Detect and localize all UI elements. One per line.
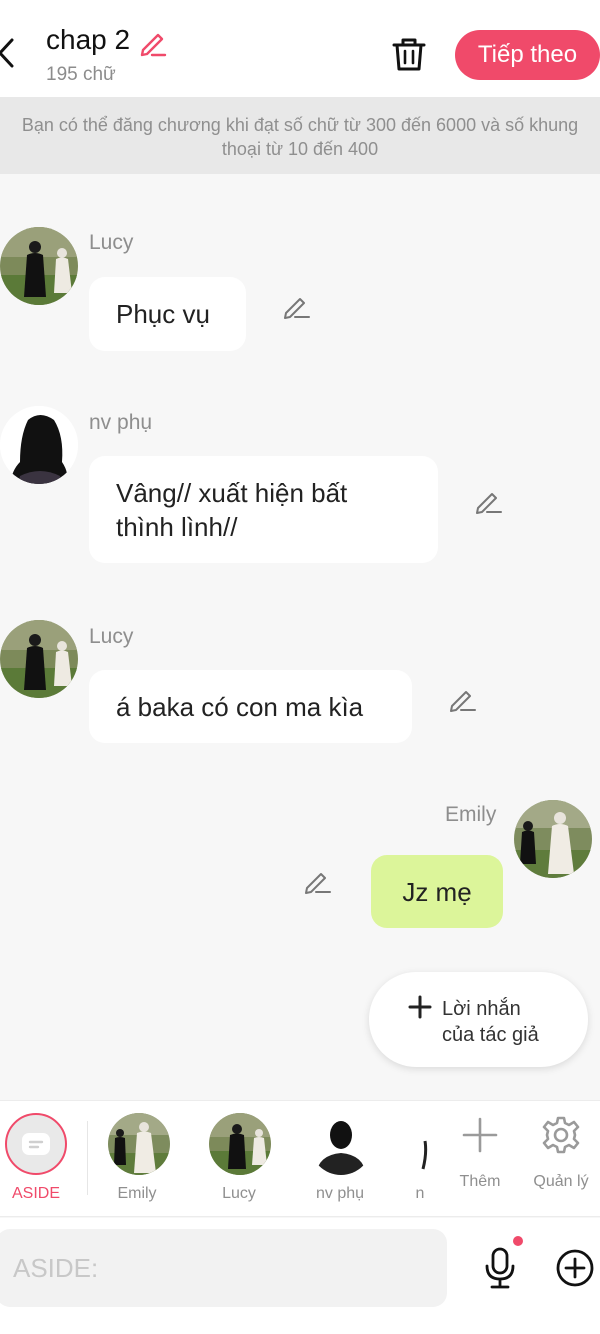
author-note-button[interactable]: Lời nhắn của tác giả (369, 972, 588, 1067)
add-character-plus-icon[interactable] (460, 1115, 500, 1155)
character-partial[interactable] (411, 1113, 431, 1175)
message-bubble[interactable]: Phục vụ (89, 277, 246, 351)
message-bubble[interactable]: Vâng// xuất hiện bất thình lình// (89, 456, 438, 563)
manage-label[interactable]: Quản lý (521, 1173, 600, 1191)
lucy-photo-icon (0, 620, 78, 698)
avatar-lucy[interactable] (0, 227, 78, 305)
speaker-name: Lucy (89, 625, 134, 648)
message-input[interactable] (0, 1229, 447, 1307)
speaker-name: nv phụ (89, 411, 153, 434)
next-button[interactable]: Tiếp theo (455, 30, 600, 80)
gear-icon[interactable] (541, 1115, 581, 1155)
lucy-photo-icon (209, 1113, 271, 1175)
edit-message-pencil-icon[interactable] (448, 684, 476, 712)
avatar-lucy[interactable] (0, 620, 78, 698)
edit-message-pencil-icon[interactable] (303, 866, 331, 894)
trash-icon[interactable] (392, 36, 426, 72)
plus-icon (408, 995, 432, 1019)
silhouette-portrait-icon (0, 406, 78, 484)
add-circle-icon[interactable] (555, 1248, 595, 1288)
publish-requirement-notice: Bạn có thể đăng chương khi đạt số chữ từ… (0, 97, 600, 174)
character-label-aside: ASIDE (11, 1185, 60, 1202)
avatar-emily[interactable] (514, 800, 592, 878)
character-label-nv-phu: nv phụ (315, 1185, 365, 1202)
silhouette-portrait-icon (310, 1113, 372, 1175)
character-nv-phu[interactable] (310, 1113, 372, 1175)
character-selector-bar: ASIDE Emily Lucy nv phụ n Thêm Quản lý (0, 1100, 600, 1217)
edit-message-pencil-icon[interactable] (474, 486, 502, 514)
message-input-bar (0, 1218, 600, 1334)
lucy-photo-icon (0, 227, 78, 305)
top-bar: chap 2 195 chữ Tiếp theo (0, 0, 600, 97)
word-count: 195 chữ (46, 64, 116, 85)
message-bubble[interactable]: á baka có con ma kìa (89, 670, 412, 743)
aside-character[interactable] (5, 1113, 67, 1175)
avatar-nv-phu[interactable] (0, 406, 78, 484)
back-arrow-icon[interactable] (0, 36, 18, 70)
speaker-name: Lucy (89, 231, 134, 254)
emily-photo-icon (108, 1113, 170, 1175)
character-label-emily: Emily (117, 1185, 157, 1202)
character-emily[interactable] (108, 1113, 170, 1175)
speaker-name: Emily (445, 803, 497, 826)
microphone-icon[interactable] (480, 1246, 520, 1290)
message-bubble-right[interactable]: Jz mẹ (371, 855, 503, 928)
author-note-line-1: Lời nhắn (442, 998, 521, 1020)
character-lucy[interactable] (209, 1113, 271, 1175)
edit-title-pencil-icon[interactable] (138, 28, 168, 58)
author-note-line-2: của tác giả (442, 1024, 539, 1046)
character-label-lucy: Lucy (222, 1185, 256, 1202)
partial-avatar-icon (411, 1113, 431, 1175)
emily-photo-icon (514, 800, 592, 878)
chapter-title[interactable]: chap 2 (46, 24, 130, 56)
notification-dot (513, 1236, 523, 1246)
divider (87, 1121, 88, 1195)
narration-bubble-icon (22, 1133, 50, 1155)
add-character-label[interactable]: Thêm (440, 1173, 520, 1191)
author-note-label: Lời nhắn của tác giả (442, 996, 539, 1048)
edit-message-pencil-icon[interactable] (282, 291, 310, 319)
